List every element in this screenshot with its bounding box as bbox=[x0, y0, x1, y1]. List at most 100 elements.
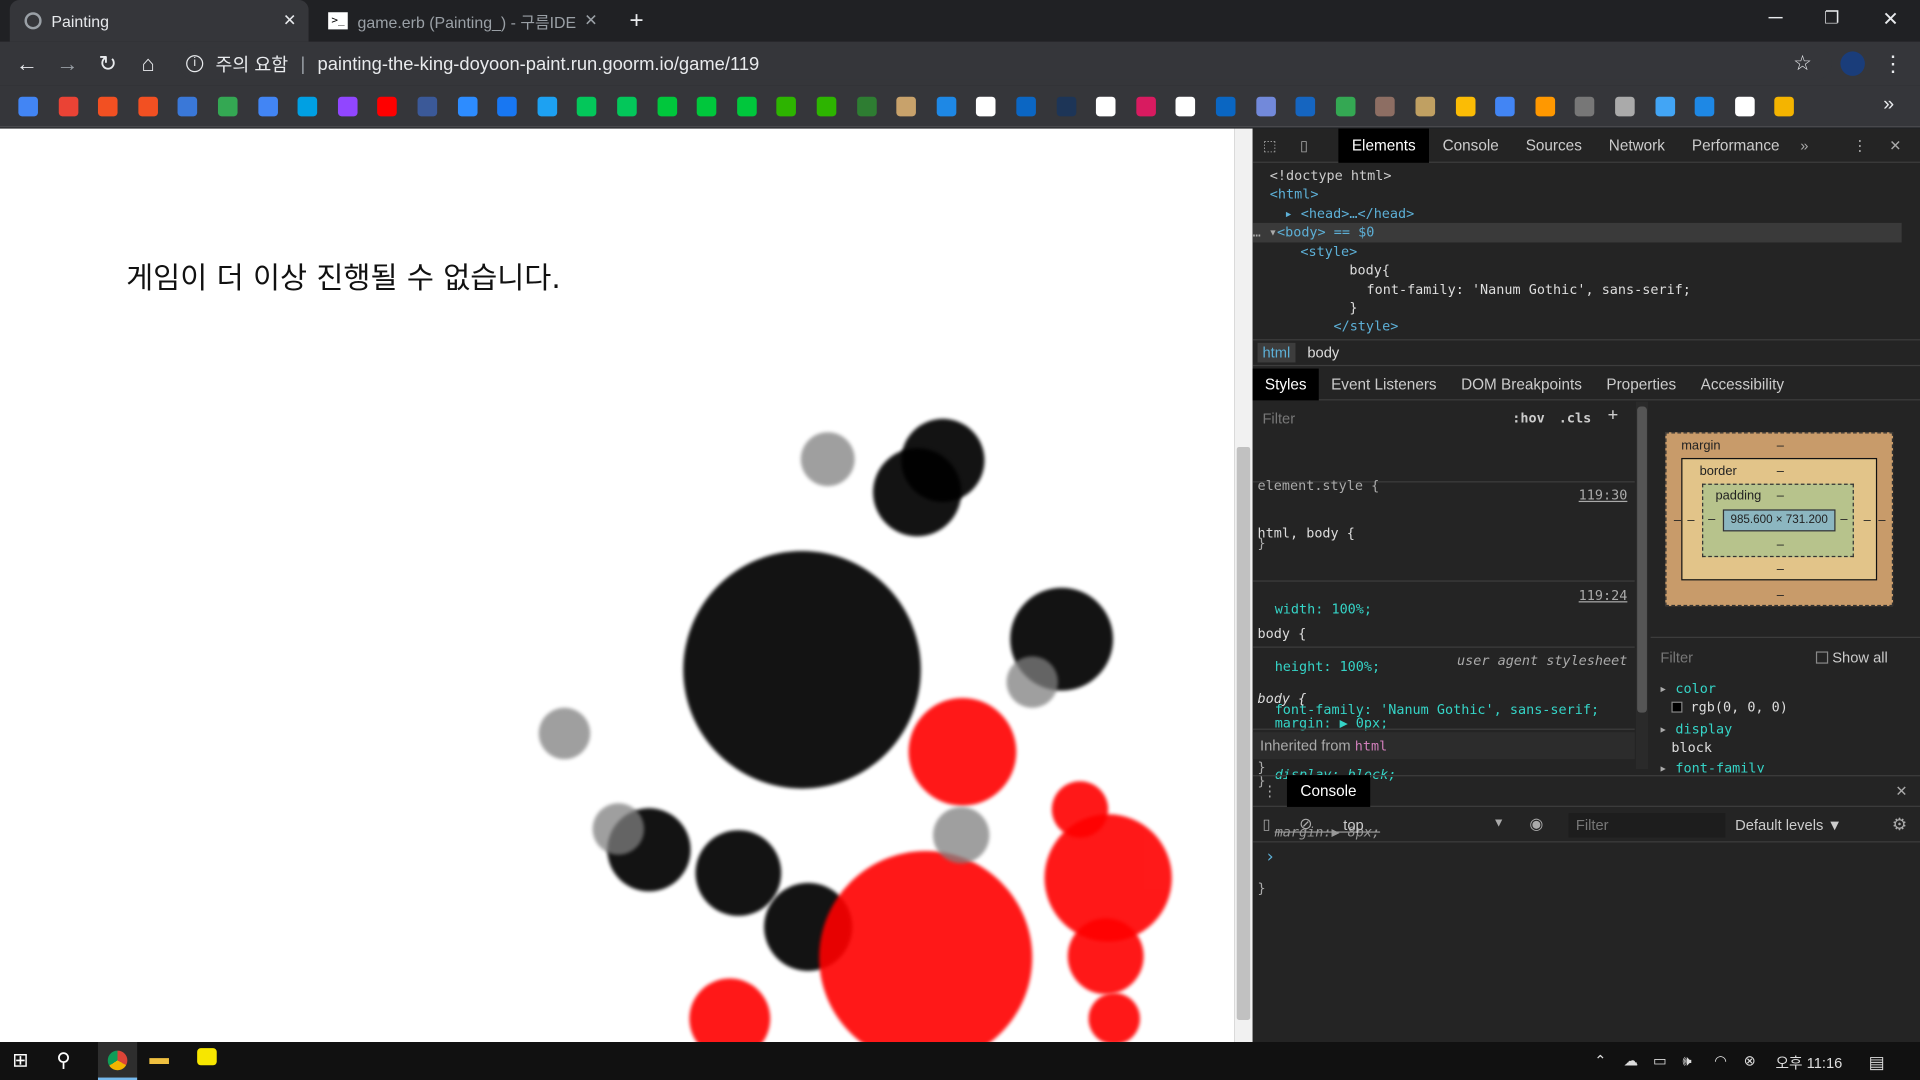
bookmark-icon[interactable] bbox=[1415, 96, 1436, 117]
bookmark-icon[interactable] bbox=[1535, 96, 1555, 117]
tray-expand-icon[interactable]: ⌃ bbox=[1594, 1052, 1606, 1069]
drawer-tab-console[interactable]: Console bbox=[1286, 775, 1371, 807]
paint-canvas[interactable] bbox=[0, 129, 1234, 1043]
tab-network[interactable]: Network bbox=[1595, 128, 1678, 162]
context-dropdown-icon[interactable]: ▼ bbox=[1493, 817, 1505, 830]
dom-html[interactable]: <html> bbox=[1270, 185, 1319, 204]
tab-sources[interactable]: Sources bbox=[1512, 128, 1595, 162]
bookmark-icon[interactable] bbox=[1734, 96, 1755, 117]
bookmark-icon[interactable] bbox=[18, 96, 38, 117]
bookmark-icon[interactable] bbox=[257, 96, 278, 117]
bookmark-icon[interactable] bbox=[976, 96, 996, 117]
console-filter-input[interactable]: Filter bbox=[1568, 813, 1726, 838]
bookmark-icon[interactable] bbox=[138, 96, 158, 117]
more-tabs-icon[interactable]: » bbox=[1800, 137, 1808, 154]
bookmark-icon[interactable] bbox=[577, 96, 597, 117]
scrollbar-thumb[interactable] bbox=[1236, 446, 1251, 1021]
notification-icon[interactable]: ▤ bbox=[1869, 1052, 1885, 1073]
bookmark-icon[interactable] bbox=[297, 96, 318, 117]
rule-ua-body[interactable]: body { user agent stylesheet display: bl… bbox=[1252, 649, 1635, 896]
rule-source-link[interactable]: 119:24 bbox=[1579, 587, 1628, 606]
new-tab-button[interactable]: + bbox=[615, 0, 657, 42]
bookmark-icon[interactable] bbox=[1295, 96, 1316, 117]
bookmarks-overflow-icon[interactable]: » bbox=[1883, 94, 1894, 116]
page-scrollbar[interactable] bbox=[1234, 128, 1253, 1043]
bookmark-icon[interactable] bbox=[1774, 96, 1795, 117]
clock[interactable]: 오후 11:16 bbox=[1776, 1052, 1843, 1073]
eye-icon[interactable]: ◉ bbox=[1529, 814, 1543, 834]
wifi-icon[interactable]: ◠ bbox=[1714, 1052, 1727, 1069]
inherited-tag[interactable]: html bbox=[1355, 738, 1387, 754]
bookmark-icon[interactable] bbox=[776, 96, 797, 117]
computed-color[interactable]: ▸ color bbox=[1659, 680, 1716, 699]
settings-gear-icon[interactable]: ⚙ bbox=[1892, 814, 1907, 835]
bookmark-icon[interactable] bbox=[1615, 96, 1635, 117]
subtab-accessibility[interactable]: Accessibility bbox=[1688, 368, 1796, 400]
tab-performance[interactable]: Performance bbox=[1678, 128, 1793, 162]
bookmark-icon[interactable] bbox=[217, 96, 238, 117]
show-all-checkbox[interactable]: Show all bbox=[1815, 649, 1888, 666]
rule-element-style[interactable]: element.style { } bbox=[1252, 436, 1635, 550]
bookmark-icon[interactable] bbox=[1694, 96, 1715, 117]
console-prompt[interactable]: › bbox=[1265, 848, 1275, 868]
bookmark-icon[interactable] bbox=[537, 96, 557, 117]
bookmark-icon[interactable] bbox=[457, 96, 478, 117]
bookmark-icon[interactable] bbox=[417, 96, 438, 117]
dom-body-selected[interactable]: … ▾<body> == $0 bbox=[1252, 222, 1902, 242]
hov-toggle[interactable]: :hov bbox=[1512, 409, 1544, 428]
reload-icon[interactable]: ↻ bbox=[94, 51, 121, 75]
breadcrumb-html[interactable]: html bbox=[1257, 342, 1296, 363]
tab-painting[interactable]: Painting ✕ bbox=[9, 0, 309, 42]
subtab-styles[interactable]: Styles bbox=[1252, 367, 1319, 400]
minimize-icon[interactable]: ─ bbox=[1751, 7, 1800, 29]
profile-avatar[interactable] bbox=[1839, 51, 1866, 80]
bookmark-icon[interactable] bbox=[497, 96, 517, 117]
devtools-close-icon[interactable]: ✕ bbox=[1889, 137, 1901, 154]
battery-icon[interactable]: ▭ bbox=[1653, 1052, 1667, 1069]
bookmark-icon[interactable] bbox=[696, 96, 717, 117]
search-icon[interactable]: ⚲ bbox=[56, 1048, 70, 1072]
back-icon[interactable]: ← bbox=[13, 51, 40, 75]
bookmark-icon[interactable] bbox=[1175, 96, 1196, 117]
onedrive-icon[interactable]: ☁ bbox=[1624, 1052, 1639, 1069]
bookmark-icon[interactable] bbox=[1455, 96, 1476, 117]
levels-select[interactable]: Default levels ▼ bbox=[1735, 817, 1842, 834]
rule-body[interactable]: body { 119:24 font-family: 'Nanum Gothic… bbox=[1252, 584, 1635, 774]
inspect-icon[interactable]: ⬚ bbox=[1253, 137, 1287, 154]
bookmark-icon[interactable] bbox=[337, 96, 358, 117]
menu-icon[interactable]: ⋮ bbox=[1880, 51, 1907, 75]
chrome-taskbar-icon[interactable] bbox=[97, 1042, 138, 1080]
drawer-close-icon[interactable]: ✕ bbox=[1895, 782, 1907, 799]
sidebar-toggle-icon[interactable]: ▯ bbox=[1262, 816, 1270, 833]
home-icon[interactable]: ⌂ bbox=[135, 51, 162, 75]
file-explorer-icon[interactable]: ▬ bbox=[149, 1048, 169, 1070]
subtab-event-listeners[interactable]: Event Listeners bbox=[1319, 368, 1449, 400]
cls-toggle[interactable]: .cls bbox=[1559, 409, 1591, 428]
device-toolbar-icon[interactable]: ▯ bbox=[1287, 137, 1321, 154]
bookmark-icon[interactable] bbox=[1495, 96, 1515, 117]
add-rule-icon[interactable]: + bbox=[1608, 406, 1618, 426]
address-bar[interactable]: i 주의 요함 | painting-the-king-doyoon-paint… bbox=[178, 47, 1832, 80]
bookmark-icon[interactable] bbox=[936, 96, 957, 117]
close-tab-icon[interactable]: ✕ bbox=[584, 11, 597, 31]
bookmark-icon[interactable] bbox=[1215, 96, 1236, 117]
bookmark-icon[interactable] bbox=[856, 96, 877, 117]
tab-elements[interactable]: Elements bbox=[1338, 127, 1430, 163]
subtab-properties[interactable]: Properties bbox=[1594, 368, 1688, 400]
clear-console-icon[interactable]: ⊘ bbox=[1299, 814, 1312, 834]
tab-goorm[interactable]: >_ game.erb (Painting_) - 구름IDE ✕ bbox=[313, 0, 609, 42]
tab-console[interactable]: Console bbox=[1429, 128, 1512, 162]
restore-icon[interactable]: ❐ bbox=[1807, 7, 1856, 28]
bookmark-icon[interactable] bbox=[1016, 96, 1036, 117]
computed-font-family[interactable]: ▸ font-family bbox=[1659, 759, 1764, 772]
bookmark-icon[interactable] bbox=[58, 96, 78, 117]
dom-style-close[interactable]: </style> bbox=[1333, 317, 1398, 336]
volume-icon[interactable]: 🕪 bbox=[1682, 1052, 1691, 1070]
bookmark-icon[interactable] bbox=[1655, 96, 1675, 117]
devtools-menu-icon[interactable]: ⋮ bbox=[1853, 137, 1868, 154]
bookmark-icon[interactable] bbox=[617, 96, 637, 117]
bookmark-icon[interactable] bbox=[1255, 96, 1276, 117]
dom-style-open[interactable]: <style> bbox=[1300, 242, 1357, 261]
close-tab-icon[interactable]: ✕ bbox=[283, 11, 296, 31]
computed-filter-input[interactable]: Filter bbox=[1660, 649, 1693, 666]
